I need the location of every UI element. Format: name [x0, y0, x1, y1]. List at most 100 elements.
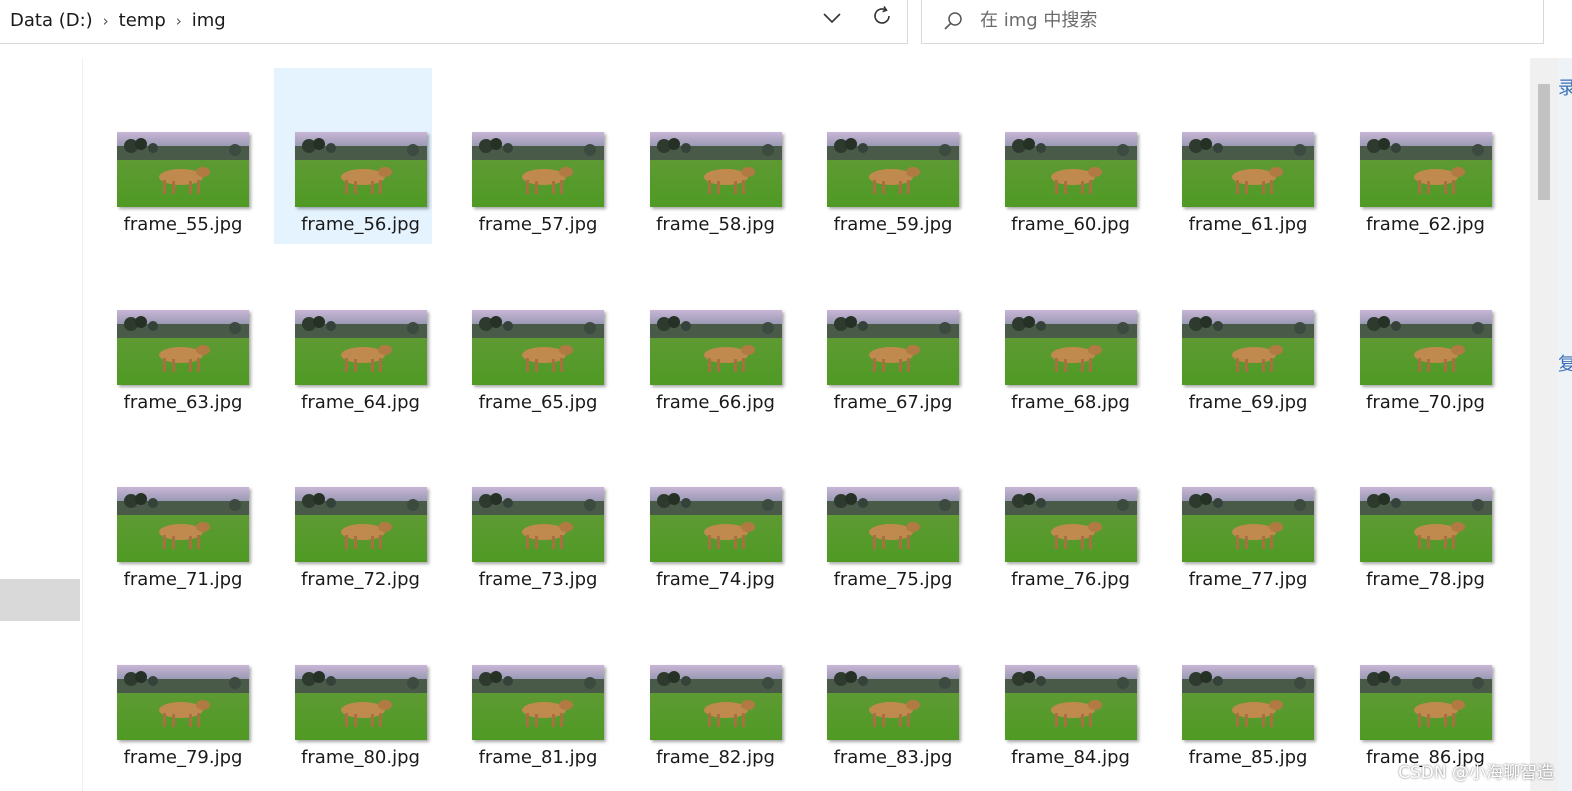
breadcrumb-item-drive[interactable]: Data (D:): [10, 10, 93, 31]
file-item[interactable]: frame_70.jpg: [1339, 246, 1497, 422]
image-thumbnail[interactable]: [1359, 664, 1492, 740]
file-name-label: frame_58.jpg: [656, 214, 775, 235]
file-name-label: frame_68.jpg: [1011, 391, 1130, 413]
file-item[interactable]: frame_75.jpg: [806, 423, 964, 599]
file-name-label: frame_63.jpg: [123, 391, 243, 413]
file-name-label: frame_83.jpg: [833, 746, 953, 768]
image-thumbnail[interactable]: [1182, 664, 1314, 740]
file-item[interactable]: frame_76.jpg: [984, 423, 1142, 599]
image-thumbnail[interactable]: [1359, 487, 1492, 562]
image-thumbnail[interactable]: [117, 309, 249, 385]
image-thumbnail[interactable]: [472, 309, 604, 385]
image-thumbnail[interactable]: [294, 132, 427, 207]
image-thumbnail[interactable]: [649, 309, 782, 385]
image-thumbnail[interactable]: [294, 664, 427, 740]
file-item[interactable]: frame_60.jpg: [984, 68, 1142, 244]
search-input[interactable]: [980, 10, 1500, 31]
image-thumbnail[interactable]: [1182, 309, 1314, 385]
file-item[interactable]: frame_59.jpg: [806, 68, 964, 244]
image-thumbnail[interactable]: [294, 487, 427, 562]
image-thumbnail[interactable]: [117, 132, 249, 207]
file-item[interactable]: frame_67.jpg: [806, 246, 964, 422]
file-item[interactable]: frame_83.jpg: [806, 601, 964, 777]
file-name-label: frame_69.jpg: [1188, 391, 1308, 413]
file-name-label: frame_65.jpg: [478, 391, 598, 413]
file-name-label: frame_84.jpg: [1011, 746, 1130, 768]
refresh-icon[interactable]: [870, 4, 894, 28]
scrollbar-thumb[interactable]: [1538, 84, 1550, 200]
image-thumbnail[interactable]: [649, 664, 782, 740]
image-thumbnail[interactable]: [117, 664, 249, 740]
breadcrumb-item-img[interactable]: img: [192, 10, 226, 31]
file-item[interactable]: frame_84.jpg: [984, 601, 1142, 777]
image-thumbnail[interactable]: [827, 309, 959, 385]
file-item[interactable]: frame_74.jpg: [629, 423, 787, 599]
file-item[interactable]: frame_57.jpg: [451, 68, 609, 244]
image-thumbnail[interactable]: [649, 132, 782, 207]
file-item[interactable]: frame_72.jpg: [274, 423, 432, 599]
chevron-down-icon[interactable]: [820, 6, 844, 30]
file-item[interactable]: frame_78.jpg: [1339, 423, 1497, 599]
search-box[interactable]: [921, 0, 1544, 44]
image-thumbnail[interactable]: [1182, 132, 1314, 207]
file-item[interactable]: frame_80.jpg: [274, 601, 432, 777]
file-item[interactable]: frame_86.jpg: [1339, 601, 1497, 777]
address-bar[interactable]: Data (D:) › temp › img: [0, 0, 908, 44]
file-item[interactable]: frame_73.jpg: [451, 423, 609, 599]
file-item[interactable]: frame_82.jpg: [629, 601, 787, 777]
file-item[interactable]: frame_79.jpg: [96, 601, 254, 777]
file-name-label: frame_70.jpg: [1366, 391, 1485, 413]
image-thumbnail[interactable]: [1359, 132, 1492, 207]
image-thumbnail[interactable]: [472, 664, 604, 740]
file-item[interactable]: frame_81.jpg: [451, 601, 609, 777]
file-name-label: frame_73.jpg: [478, 569, 598, 590]
file-name-label: frame_71.jpg: [123, 569, 243, 590]
watermark: CSDN @小海聊智造: [1398, 763, 1554, 783]
file-grid: frame_55.jpg frame_56.jpg frame_57.jpg f…: [83, 58, 1530, 791]
file-item[interactable]: frame_69.jpg: [1161, 246, 1319, 422]
file-item[interactable]: frame_55.jpg: [96, 68, 254, 244]
file-item[interactable]: frame_65.jpg: [451, 246, 609, 422]
file-item[interactable]: frame_77.jpg: [1161, 423, 1319, 599]
image-thumbnail[interactable]: [649, 487, 782, 562]
image-thumbnail[interactable]: [472, 132, 604, 207]
image-thumbnail[interactable]: [827, 487, 959, 562]
file-item-selected[interactable]: frame_56.jpg: [273, 68, 432, 244]
image-thumbnail[interactable]: [472, 487, 604, 562]
image-thumbnail[interactable]: [1004, 487, 1137, 562]
file-name-label: frame_76.jpg: [1011, 569, 1130, 590]
file-name-label: frame_72.jpg: [301, 569, 420, 590]
vertical-scrollbar[interactable]: [1530, 58, 1558, 791]
image-thumbnail[interactable]: [1004, 309, 1137, 385]
file-item[interactable]: frame_66.jpg: [629, 246, 787, 422]
file-name-label: frame_82.jpg: [656, 746, 775, 768]
image-thumbnail[interactable]: [294, 309, 427, 385]
file-name-label: frame_64.jpg: [301, 391, 420, 413]
file-item[interactable]: frame_71.jpg: [96, 423, 254, 599]
image-thumbnail[interactable]: [1004, 132, 1137, 207]
image-thumbnail[interactable]: [1359, 309, 1492, 385]
file-name-label: frame_66.jpg: [656, 391, 775, 413]
chevron-right-icon[interactable]: ›: [93, 12, 119, 30]
image-thumbnail[interactable]: [827, 664, 959, 740]
image-thumbnail[interactable]: [1182, 487, 1314, 562]
file-name-label: frame_77.jpg: [1188, 569, 1308, 590]
chevron-right-icon[interactable]: ›: [166, 12, 192, 30]
breadcrumb-item-temp[interactable]: temp: [119, 10, 166, 31]
file-name-label: frame_67.jpg: [833, 391, 953, 413]
adjacent-window-text: 复: [1558, 354, 1572, 375]
file-item[interactable]: frame_58.jpg: [629, 68, 787, 244]
file-name-label: frame_78.jpg: [1366, 569, 1485, 590]
file-name-label: frame_74.jpg: [656, 569, 775, 590]
file-item[interactable]: frame_68.jpg: [984, 246, 1142, 422]
file-item[interactable]: frame_63.jpg: [96, 246, 254, 422]
file-item[interactable]: frame_62.jpg: [1339, 68, 1497, 244]
file-item[interactable]: frame_85.jpg: [1161, 601, 1319, 777]
image-thumbnail[interactable]: [117, 487, 249, 562]
image-thumbnail[interactable]: [1004, 664, 1137, 740]
file-item[interactable]: frame_61.jpg: [1161, 68, 1319, 244]
nav-item-selected[interactable]: [0, 579, 80, 621]
file-name-label: frame_57.jpg: [478, 214, 598, 235]
image-thumbnail[interactable]: [827, 132, 959, 207]
file-item[interactable]: frame_64.jpg: [274, 246, 432, 422]
